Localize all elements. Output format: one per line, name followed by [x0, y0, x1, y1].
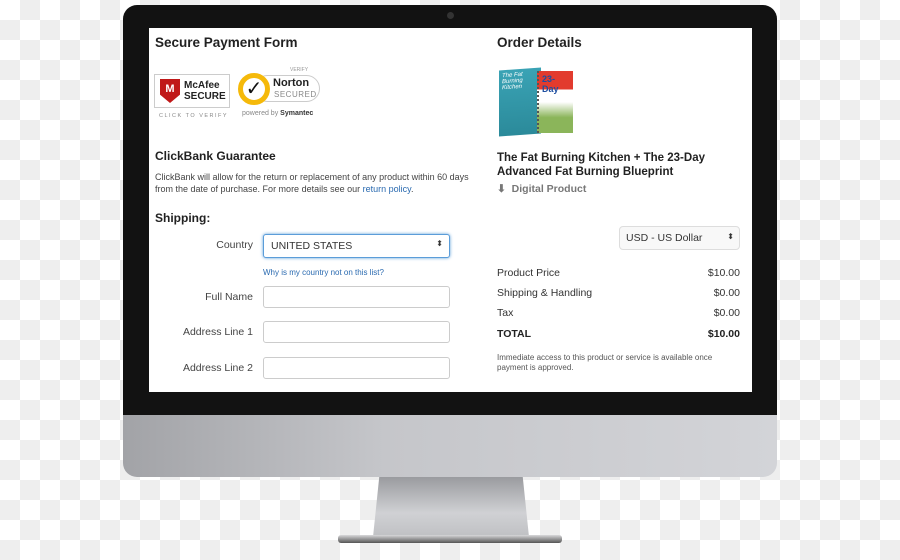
guarantee-text: ClickBank will allow for the return or r… — [155, 172, 469, 194]
address2-label: Address Line 2 — [182, 362, 253, 374]
currency-select[interactable]: USD - US Dollar ⬍ — [619, 226, 740, 250]
country-label: Country — [216, 239, 253, 251]
product-type: ⬇ Digital Product — [497, 183, 587, 195]
full-name-label: Full Name — [205, 291, 253, 303]
line-shipping: Shipping & Handling $0.00 — [497, 287, 740, 299]
monitor-stand — [373, 477, 529, 537]
shipping-title: Shipping: — [155, 211, 211, 225]
product-name: The Fat Burning Kitchen + The 23-Day Adv… — [497, 152, 705, 178]
screen: Secure Payment Form M McAfee SECURE CLICK… — [149, 28, 752, 392]
select-arrows-icon: ⬍ — [727, 232, 734, 241]
line-product-price: Product Price $10.00 — [497, 267, 740, 279]
address1-input[interactable] — [263, 321, 450, 343]
monitor-base — [338, 535, 562, 543]
return-policy-link[interactable]: return policy — [363, 184, 411, 194]
norton-caption: powered by Symantec — [242, 110, 314, 117]
guarantee-title: ClickBank Guarantee — [155, 149, 276, 163]
norton-verify-text: VERIFY — [290, 67, 309, 73]
norton-check-icon: ✓ — [238, 73, 270, 105]
address2-input[interactable] — [263, 357, 450, 379]
mcafee-secure-text: SECURE — [184, 91, 226, 102]
select-arrows-icon: ⬍ — [436, 239, 443, 248]
product-image: The Fat Burning Kitchen 23-Day — [499, 67, 579, 137]
mcafee-shield-icon: M — [160, 79, 180, 103]
mcafee-caption: CLICK TO VERIFY — [159, 113, 229, 119]
page-title: Secure Payment Form — [155, 35, 298, 50]
camera-icon — [447, 12, 454, 19]
access-note: Immediate access to this product or serv… — [497, 353, 713, 372]
norton-secured-text: SECURED — [274, 90, 317, 99]
line-total: TOTAL $10.00 — [497, 328, 740, 340]
country-select[interactable]: UNITED STATES ⬍ — [263, 234, 450, 258]
full-name-input[interactable] — [263, 286, 450, 308]
address1-label: Address Line 1 — [182, 326, 253, 338]
country-help-link[interactable]: Why is my country not on this list? — [263, 267, 384, 279]
mcafee-text: McAfee — [184, 80, 220, 91]
order-title: Order Details — [497, 35, 582, 50]
norton-badge[interactable]: VERIFY ✓ Norton SECURED — [238, 67, 322, 105]
line-tax: Tax $0.00 — [497, 307, 740, 319]
download-icon: ⬇ — [497, 183, 506, 195]
norton-text: Norton — [273, 77, 310, 89]
monitor-chin — [123, 415, 777, 477]
mcafee-badge[interactable]: M McAfee SECURE — [154, 74, 230, 108]
